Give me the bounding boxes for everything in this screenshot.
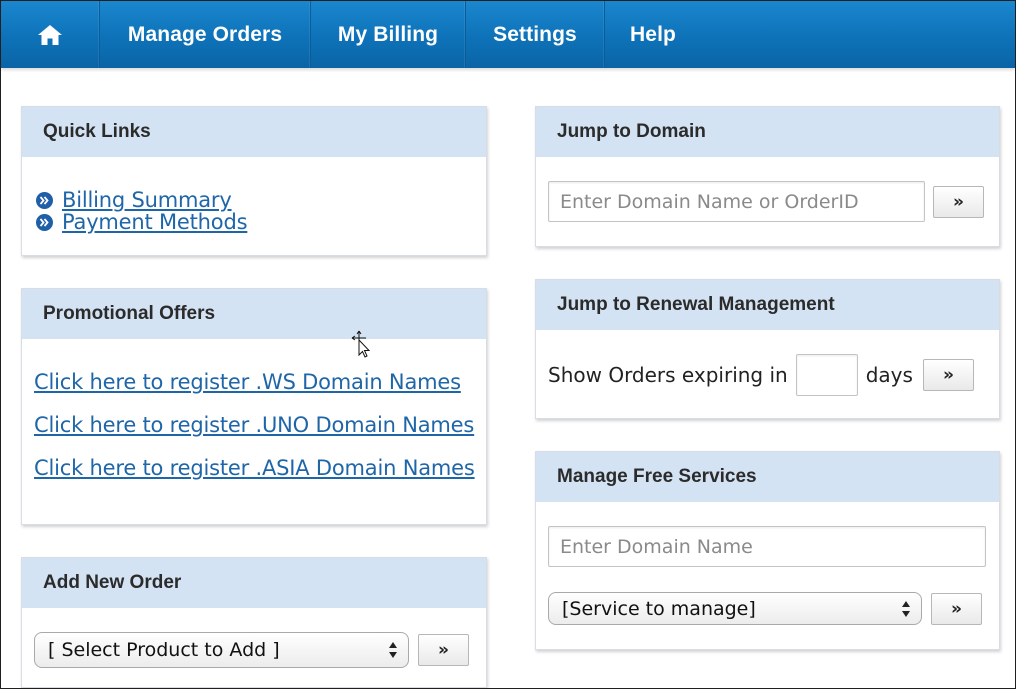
quick-links-title: Quick Links xyxy=(22,107,486,157)
jump-to-domain-go-button[interactable]: » xyxy=(933,186,984,218)
add-new-order-title: Add New Order xyxy=(22,558,486,608)
promo-link-asia[interactable]: Click here to register .ASIA Domain Name… xyxy=(34,453,475,496)
select-arrows-icon xyxy=(902,601,910,617)
renewal-prefix-label: Show Orders expiring in xyxy=(548,363,788,387)
promo-link-ws[interactable]: Click here to register .WS Domain Names xyxy=(34,367,475,410)
mouse-cursor-icon xyxy=(351,330,371,358)
free-services-go-button[interactable]: » xyxy=(931,593,982,625)
home-icon xyxy=(38,24,62,45)
add-order-go-button[interactable]: » xyxy=(418,634,469,666)
renewal-days-label: days xyxy=(865,363,913,387)
jump-to-domain-panel: Jump to Domain » xyxy=(535,106,1000,247)
service-select-value: [Service to manage] xyxy=(562,597,756,620)
domain-or-orderid-input[interactable] xyxy=(548,181,925,222)
nav-manage-orders[interactable]: Manage Orders xyxy=(100,1,311,68)
quick-link-item: Billing Summary xyxy=(36,188,247,212)
select-arrows-icon xyxy=(389,642,397,658)
promotional-offers-title: Promotional Offers xyxy=(22,289,486,339)
promotional-offers-panel: Promotional Offers Click here to registe… xyxy=(21,288,487,525)
nav-my-billing[interactable]: My Billing xyxy=(311,1,466,68)
service-select[interactable]: [Service to manage] xyxy=(548,592,922,625)
jump-to-renewal-panel: Jump to Renewal Management Show Orders e… xyxy=(535,279,1000,419)
quick-link-item: Payment Methods xyxy=(36,210,248,234)
top-nav: Manage Orders My Billing Settings Help xyxy=(1,1,1015,68)
free-services-domain-input[interactable] xyxy=(548,526,986,567)
quick-links-panel: Quick Links Billing Summary Payment Meth… xyxy=(21,106,487,256)
nav-help[interactable]: Help xyxy=(605,1,701,68)
add-new-order-panel: Add New Order [ Select Product to Add ] … xyxy=(21,557,487,688)
billing-summary-link[interactable]: Billing Summary xyxy=(62,188,232,212)
manage-free-services-panel: Manage Free Services [Service to manage]… xyxy=(535,451,1000,650)
payment-methods-link[interactable]: Payment Methods xyxy=(62,210,248,234)
product-select[interactable]: [ Select Product to Add ] xyxy=(34,632,409,668)
manage-free-services-title: Manage Free Services xyxy=(536,452,999,502)
nav-settings[interactable]: Settings xyxy=(466,1,605,68)
jump-to-domain-title: Jump to Domain xyxy=(536,107,999,157)
renewal-row: Show Orders expiring in days xyxy=(548,354,913,396)
product-select-value: [ Select Product to Add ] xyxy=(48,639,280,661)
promo-link-uno[interactable]: Click here to register .UNO Domain Names xyxy=(34,410,475,453)
renewal-go-button[interactable]: » xyxy=(923,359,974,391)
nav-home[interactable] xyxy=(1,1,100,68)
jump-to-renewal-title: Jump to Renewal Management xyxy=(536,280,999,330)
chevron-right-circle-icon xyxy=(36,213,53,231)
expiry-days-input[interactable] xyxy=(795,354,858,396)
chevron-right-circle-icon xyxy=(36,191,53,209)
